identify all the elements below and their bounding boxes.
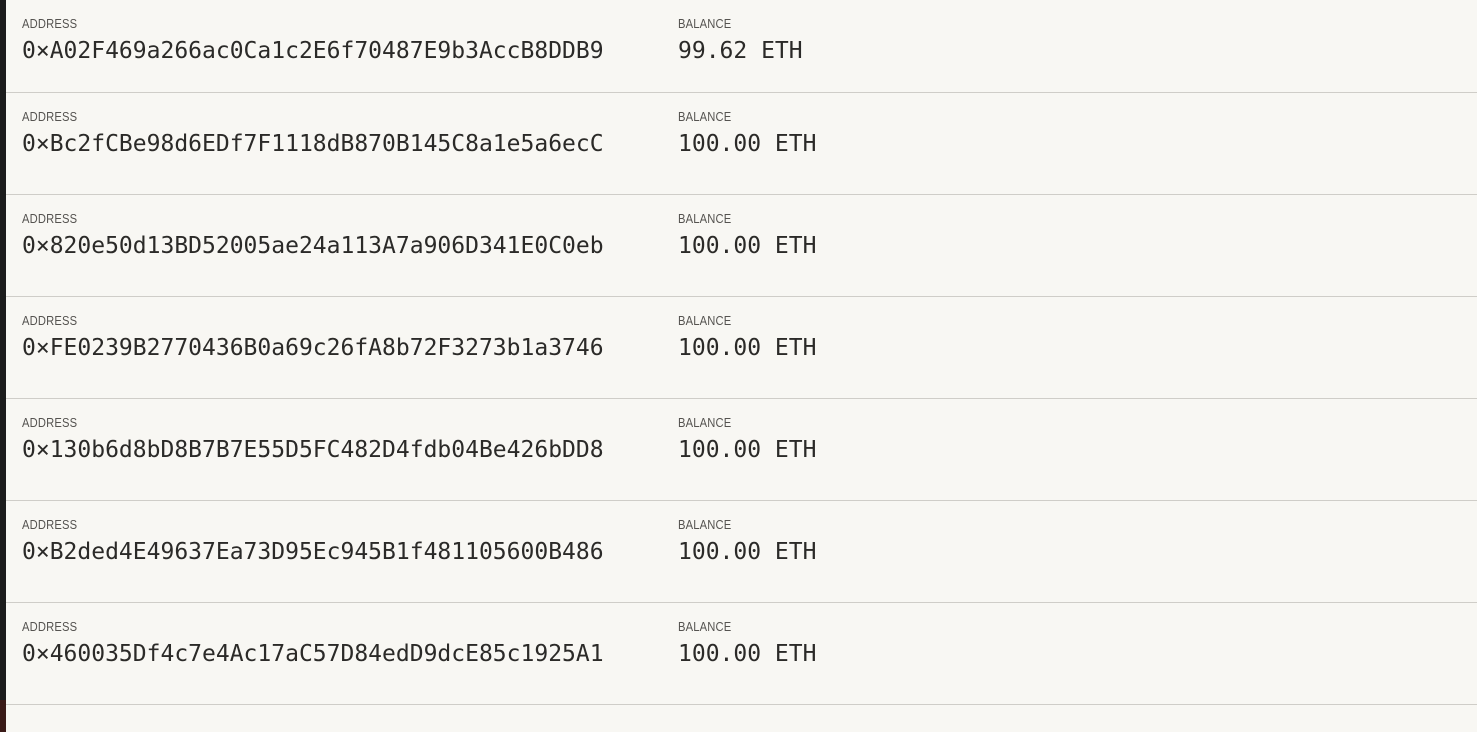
address-label: ADDRESS — [22, 16, 78, 31]
balance-column: BALANCE 100.00 ETH — [678, 109, 816, 157]
address-column: ADDRESS 0×Bc2fCBe98d6EDf7F1118dB870B145C… — [22, 109, 604, 157]
account-row[interactable]: ADDRESS 0×B2ded4E49637Ea73D95Ec945B1f481… — [6, 501, 1477, 603]
balance-column: BALANCE 100.00 ETH — [678, 415, 816, 463]
balance-value: 100.00 ETH — [678, 335, 817, 361]
account-row[interactable]: ADDRESS 0×130b6d8bD8B7B7E55D5FC482D4fdb0… — [6, 399, 1477, 501]
address-column: ADDRESS 0×130b6d8bD8B7B7E55D5FC482D4fdb0… — [22, 415, 604, 463]
balance-value: 100.00 ETH — [678, 539, 817, 565]
address-value: 0×Bc2fCBe98d6EDf7F1118dB870B145C8a1e5a6e… — [22, 131, 604, 157]
balance-value: 100.00 ETH — [678, 233, 817, 259]
balance-value: 100.00 ETH — [678, 437, 817, 463]
address-value: 0×130b6d8bD8B7B7E55D5FC482D4fdb04Be426bD… — [22, 437, 604, 463]
address-column: ADDRESS 0×B2ded4E49637Ea73D95Ec945B1f481… — [22, 517, 604, 565]
address-label: ADDRESS — [22, 313, 78, 328]
balance-column: BALANCE 100.00 ETH — [678, 619, 816, 667]
address-value: 0×460035Df4c7e4Ac17aC57D84edD9dcE85c1925… — [22, 641, 604, 667]
address-label: ADDRESS — [22, 211, 78, 226]
balance-column: BALANCE 100.00 ETH — [678, 313, 816, 361]
address-label: ADDRESS — [22, 517, 78, 532]
address-value: 0×FE0239B2770436B0a69c26fA8b72F3273b1a37… — [22, 335, 604, 361]
address-column: ADDRESS 0×820e50d13BD52005ae24a113A7a906… — [22, 211, 604, 259]
app-window: ADDRESS 0×A02F469a266ac0Ca1c2E6f70487E9b… — [0, 0, 1477, 732]
balance-label: BALANCE — [678, 211, 732, 226]
account-row[interactable]: ADDRESS 0×FE0239B2770436B0a69c26fA8b72F3… — [6, 297, 1477, 399]
balance-column: BALANCE 100.00 ETH — [678, 517, 816, 565]
balance-column: BALANCE 99.62 ETH — [678, 16, 803, 64]
balance-label: BALANCE — [678, 415, 732, 430]
account-row[interactable]: ADDRESS 0×820e50d13BD52005ae24a113A7a906… — [6, 195, 1477, 297]
address-column: ADDRESS 0×460035Df4c7e4Ac17aC57D84edD9dc… — [22, 619, 604, 667]
balance-value: 100.00 ETH — [678, 131, 817, 157]
balance-label: BALANCE — [678, 109, 732, 124]
balance-value: 100.00 ETH — [678, 641, 817, 667]
account-row[interactable]: ADDRESS 0×A02F469a266ac0Ca1c2E6f70487E9b… — [6, 0, 1477, 93]
address-label: ADDRESS — [22, 415, 78, 430]
balance-value: 99.62 ETH — [678, 38, 803, 64]
balance-label: BALANCE — [678, 619, 732, 634]
address-label: ADDRESS — [22, 619, 78, 634]
balance-label: BALANCE — [678, 517, 732, 532]
address-value: 0×A02F469a266ac0Ca1c2E6f70487E9b3AccB8DD… — [22, 38, 604, 64]
address-value: 0×820e50d13BD52005ae24a113A7a906D341E0C0… — [22, 233, 604, 259]
accounts-list: ADDRESS 0×A02F469a266ac0Ca1c2E6f70487E9b… — [6, 0, 1477, 732]
address-value: 0×B2ded4E49637Ea73D95Ec945B1f481105600B4… — [22, 539, 604, 565]
balance-label: BALANCE — [678, 16, 732, 31]
balance-label: BALANCE — [678, 313, 732, 328]
account-row[interactable]: ADDRESS 0×Bc2fCBe98d6EDf7F1118dB870B145C… — [6, 93, 1477, 195]
account-row[interactable]: ADDRESS 0×460035Df4c7e4Ac17aC57D84edD9dc… — [6, 603, 1477, 705]
address-column: ADDRESS 0×FE0239B2770436B0a69c26fA8b72F3… — [22, 313, 604, 361]
address-column: ADDRESS 0×A02F469a266ac0Ca1c2E6f70487E9b… — [22, 16, 604, 64]
address-label: ADDRESS — [22, 109, 78, 124]
balance-column: BALANCE 100.00 ETH — [678, 211, 816, 259]
